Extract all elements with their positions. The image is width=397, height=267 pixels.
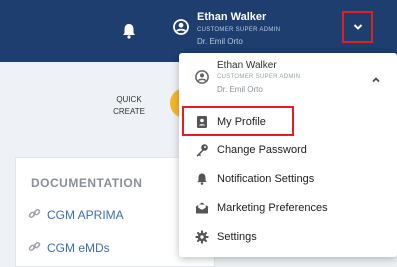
envelope-open-icon xyxy=(195,201,209,215)
quick-create-line2: CREATE xyxy=(113,107,145,116)
user-dropdown-menu: Ethan Walker CUSTOMER SUPER ADMIN Dr. Em… xyxy=(179,53,397,257)
user-menu-toggle-button[interactable] xyxy=(342,11,373,43)
doc-link-label: CGM eMDs xyxy=(47,241,110,255)
menu-item-label: Change Password xyxy=(217,144,307,156)
dropdown-user-role: CUSTOMER SUPER ADMIN xyxy=(217,74,301,80)
dropdown-user-org: Dr. Emil Orto xyxy=(217,85,263,94)
menu-item-my-profile[interactable]: My Profile xyxy=(179,109,397,135)
bell-icon xyxy=(195,172,209,186)
menu-item-marketing-preferences[interactable]: Marketing Preferences xyxy=(179,195,397,221)
key-icon xyxy=(195,143,209,157)
menu-item-label: Notification Settings xyxy=(217,173,315,185)
menu-item-change-password[interactable]: Change Password xyxy=(179,137,397,163)
user-circle-icon xyxy=(173,19,189,35)
quick-create-label[interactable]: QUICK CREATE xyxy=(104,94,154,118)
chevron-down-icon xyxy=(353,18,363,36)
menu-item-notification-settings[interactable]: Notification Settings xyxy=(179,166,397,192)
quick-create-line1: QUICK xyxy=(116,95,142,104)
menu-item-label: Settings xyxy=(217,231,257,243)
chevron-up-icon[interactable] xyxy=(371,72,381,83)
doc-link-cgm-aprima[interactable]: CGM APRIMA xyxy=(28,207,124,223)
documentation-title: DOCUMENTATION xyxy=(31,176,143,190)
user-circle-icon xyxy=(195,70,209,84)
doc-link-label: CGM APRIMA xyxy=(47,208,124,222)
header-user-name: Ethan Walker xyxy=(197,11,267,23)
doc-link-cgm-emds[interactable]: CGM eMDs xyxy=(28,240,110,256)
menu-item-label: My Profile xyxy=(217,116,266,128)
header-user-role: CUSTOMER SUPER ADMIN xyxy=(197,27,281,33)
bell-icon[interactable] xyxy=(120,22,138,40)
link-icon xyxy=(28,207,47,223)
profile-card-icon xyxy=(195,115,209,129)
menu-item-label: Marketing Preferences xyxy=(217,202,328,214)
header-user-org: Dr. Emil Orto xyxy=(197,37,243,46)
gear-icon xyxy=(195,230,209,244)
link-icon xyxy=(28,240,47,256)
menu-item-settings[interactable]: Settings xyxy=(179,224,397,250)
dropdown-user-name: Ethan Walker xyxy=(217,60,277,71)
